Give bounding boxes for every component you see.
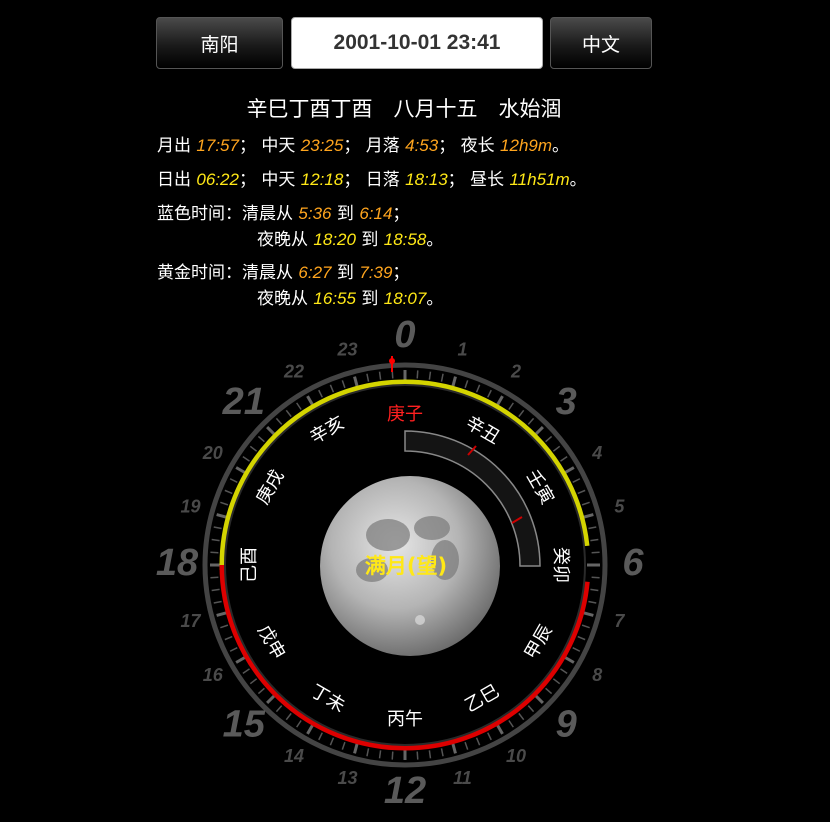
hour-number: 4 [591,443,602,463]
hour-number: 10 [506,746,526,766]
earthly-branch-label: 庚子 [387,404,423,425]
hour-number: 5 [614,496,625,516]
hour-number: 14 [284,746,304,766]
hour-number: 16 [203,665,224,685]
hour-number: 8 [592,665,602,685]
earthly-branch-label: 甲辰 [521,621,557,663]
hour-number: 11 [453,768,472,788]
hour-number: 22 [283,361,304,381]
hour-number: 20 [202,443,223,463]
hour-number: 13 [338,768,358,788]
hour-number: 12 [384,770,426,812]
hour-number: 6 [622,542,644,584]
earthly-branch-label: 辛亥 [306,412,348,448]
earthly-branch-label: 癸卯 [550,547,571,583]
earthly-branch-label: 丙午 [387,709,423,730]
hour-number: 2 [510,361,521,381]
hour-number: 9 [556,703,577,745]
sun-moon-dial: 0 1234567891011121314151617181920212223 庚… [156,314,645,812]
hour-number: 15 [223,703,266,745]
earthly-branch-label: 辛丑 [462,412,504,448]
hour-number: 17 [181,611,202,631]
hour-number: 7 [614,611,625,631]
moon-phase-label: 满月(望) [365,554,447,578]
hour-number: 0 [394,314,415,356]
earthly-branch-label: 己酉 [239,547,260,583]
earthly-branch-label: 壬寅 [522,466,558,508]
earthly-branch-label: 乙巳 [461,681,503,717]
hour-number: 1 [457,339,467,359]
earthly-branch-label: 戊申 [253,621,289,663]
hour-number: 19 [181,496,201,516]
hour-number: 21 [222,381,265,423]
earthly-branch-label: 丁未 [307,681,349,717]
earthly-branch-label: 庚戌 [252,466,288,508]
hour-number: 3 [556,381,577,423]
hour-number: 23 [337,339,358,359]
hour-number: 18 [156,542,199,584]
